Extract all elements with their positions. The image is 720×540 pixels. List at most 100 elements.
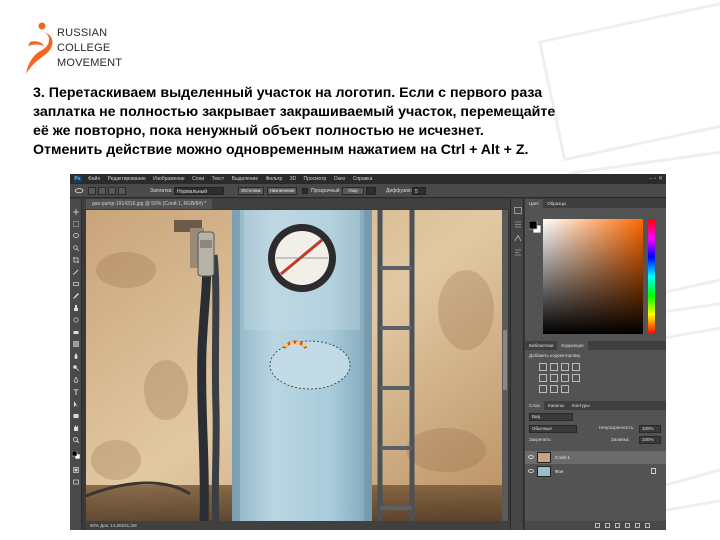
brush-icon[interactable] — [73, 293, 79, 299]
patch-mode-value: Нормальный — [177, 189, 208, 195]
vibrance-icon[interactable] — [539, 374, 547, 382]
transparent-checkbox[interactable] — [302, 188, 308, 194]
add-mask-icon[interactable] — [615, 523, 620, 528]
menu-view[interactable]: Просмотр — [303, 176, 326, 182]
blend-mode-select[interactable]: Обычные — [529, 425, 577, 433]
tab-swatches[interactable]: Образцы — [543, 199, 570, 208]
tab-color[interactable]: Цвет — [525, 199, 544, 208]
foreground-background-color-icon[interactable] — [72, 451, 80, 459]
menu-edit[interactable]: Редактирование — [108, 176, 146, 182]
menu-help[interactable]: Справка — [353, 176, 373, 182]
fill-field[interactable]: 100% — [639, 436, 661, 444]
window-controls[interactable]: – ▫ ✕ — [649, 174, 663, 184]
target-button[interactable]: Назначение — [267, 187, 297, 195]
document-tabbar: gas-pump-1914316.jpg @ 50% (Слой 1, RGB/… — [82, 199, 522, 209]
new-layer-icon[interactable] — [635, 523, 640, 528]
menu-file[interactable]: Файл — [88, 176, 100, 182]
paragraph-panel-icon[interactable] — [514, 249, 522, 256]
transparent-label: Прозрачный — [311, 188, 340, 194]
tab-channels[interactable]: Каналы — [544, 401, 568, 410]
tab-libraries[interactable]: Библиотеки — [525, 341, 557, 350]
hand-icon[interactable] — [73, 425, 79, 431]
eyedropper-icon[interactable] — [73, 269, 79, 275]
source-button[interactable]: Источник — [238, 187, 264, 195]
exposure-icon[interactable] — [572, 363, 580, 371]
curves-icon[interactable] — [561, 363, 569, 371]
menu-window[interactable]: Окно — [334, 176, 346, 182]
opacity-field[interactable]: 100% — [639, 425, 661, 433]
menu-text[interactable]: Текст — [212, 176, 225, 182]
history-brush-icon[interactable] — [73, 317, 79, 323]
eye-icon[interactable] — [528, 455, 534, 459]
delete-layer-icon[interactable] — [645, 523, 650, 528]
document-tab[interactable]: gas-pump-1914316.jpg @ 50% (Слой 1, RGB/… — [86, 199, 213, 209]
properties-panel-icon[interactable] — [514, 221, 522, 228]
layer-row[interactable]: Слой 1 — [525, 451, 666, 464]
color-balance-icon[interactable] — [561, 374, 569, 382]
character-panel-icon[interactable] — [514, 235, 522, 242]
gradient-icon[interactable] — [73, 341, 79, 347]
brightness-icon[interactable] — [539, 363, 547, 371]
screen-mode-icon[interactable] — [73, 479, 79, 485]
eraser-icon[interactable] — [73, 329, 79, 335]
levels-icon[interactable] — [550, 363, 558, 371]
pattern-swatch[interactable] — [366, 187, 376, 195]
clone-stamp-icon[interactable] — [73, 305, 79, 311]
color-field[interactable] — [543, 219, 643, 334]
tab-adjustments[interactable]: Коррекция — [557, 341, 588, 350]
layers-panel-footer — [525, 521, 666, 530]
new-group-icon[interactable] — [625, 523, 630, 528]
lasso-icon[interactable] — [73, 233, 79, 239]
canvas-scrollbar[interactable] — [502, 210, 508, 521]
blur-icon[interactable] — [73, 353, 79, 359]
lock-label: Закрепить: — [529, 437, 552, 442]
crop-icon[interactable] — [73, 257, 79, 263]
history-panel-icon[interactable] — [514, 207, 522, 214]
invert-icon[interactable] — [539, 385, 547, 393]
patch-icon[interactable] — [74, 187, 84, 195]
tab-paths[interactable]: Контуры — [568, 401, 594, 410]
threshold-icon[interactable] — [561, 385, 569, 393]
posterize-icon[interactable] — [550, 385, 558, 393]
move-icon[interactable] — [73, 209, 79, 215]
marquee-icon[interactable] — [73, 221, 79, 227]
subtract-selection-button[interactable] — [108, 187, 116, 195]
layer-style-icon[interactable] — [605, 523, 610, 528]
layer-filter-select[interactable]: Вид — [529, 413, 573, 421]
healing-brush-icon[interactable] — [73, 281, 79, 287]
path-select-icon[interactable] — [73, 401, 79, 407]
menu-select[interactable]: Выделение — [232, 176, 259, 182]
zoom-icon[interactable] — [73, 437, 79, 443]
scrollbar-thumb[interactable] — [503, 330, 507, 390]
rectangle-icon[interactable] — [73, 413, 79, 419]
menu-image[interactable]: Изображение — [153, 176, 185, 182]
hue-slider[interactable] — [648, 219, 655, 334]
collapsed-panels-strip — [510, 199, 524, 530]
intersect-selection-button[interactable] — [118, 187, 126, 195]
adjustments-label: Добавить корректировку — [529, 353, 581, 358]
dodge-icon[interactable] — [73, 365, 79, 371]
eye-icon[interactable] — [528, 469, 534, 473]
opacity-value: 100% — [642, 426, 654, 431]
quick-select-icon[interactable] — [73, 245, 79, 251]
type-icon[interactable] — [73, 389, 79, 395]
layer-row[interactable]: Фон — [525, 465, 666, 478]
color-swatch-icon[interactable] — [529, 221, 541, 233]
menu-filter[interactable]: Фильтр — [266, 176, 283, 182]
document-canvas[interactable] — [86, 210, 502, 521]
hue-saturation-icon[interactable] — [550, 374, 558, 382]
patch-mode-select[interactable]: Нормальный — [174, 187, 224, 195]
add-selection-button[interactable] — [98, 187, 106, 195]
layer-name: Слой 1 — [555, 455, 570, 460]
new-selection-button[interactable] — [88, 187, 96, 195]
link-layers-icon[interactable] — [595, 523, 600, 528]
black-white-icon[interactable] — [572, 374, 580, 382]
pen-icon[interactable] — [73, 377, 79, 383]
adjustment-icons — [539, 363, 599, 393]
use-pattern-button[interactable]: Узор — [342, 187, 364, 195]
menu-3d[interactable]: 3D — [290, 176, 296, 182]
tab-layers[interactable]: Слои — [525, 401, 544, 410]
quick-mask-icon[interactable] — [73, 467, 79, 473]
menu-layers[interactable]: Слои — [192, 176, 204, 182]
diffusion-field[interactable]: 5 — [412, 187, 426, 195]
